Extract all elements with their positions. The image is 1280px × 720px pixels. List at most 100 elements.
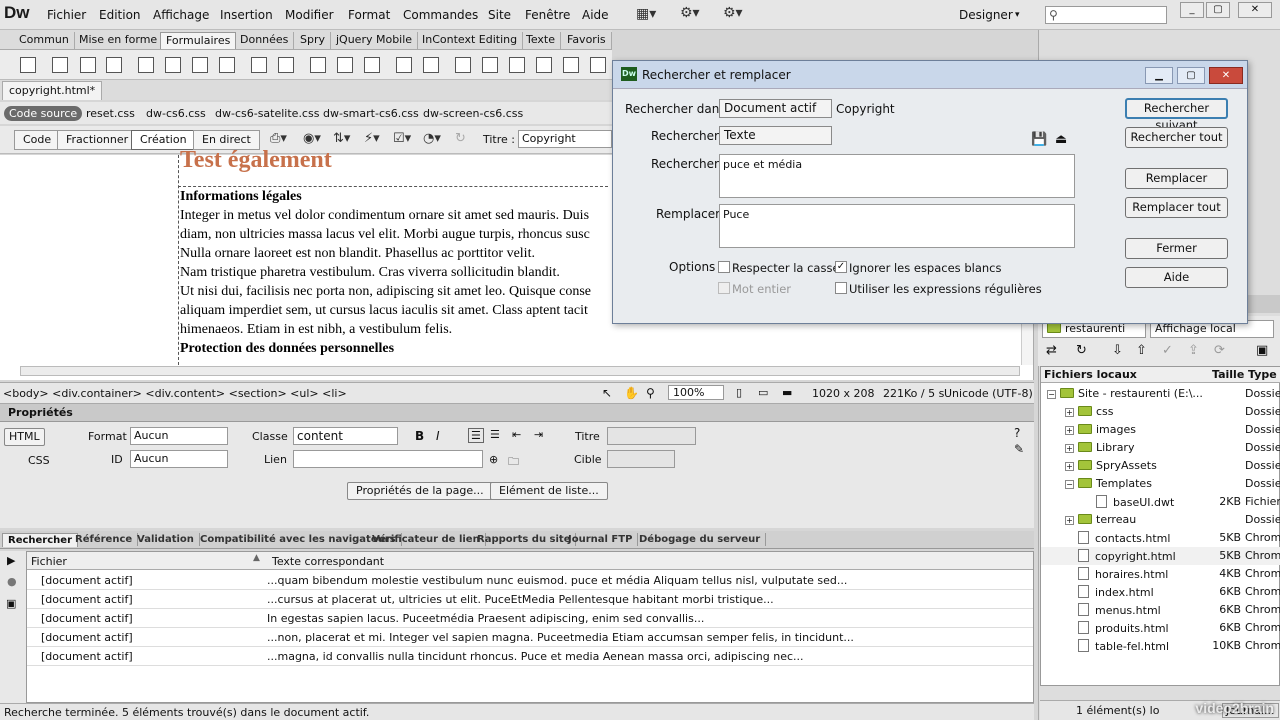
properties-panel-header[interactable]: Propriétés [0, 404, 1034, 422]
w3c-validation-icon[interactable]: ⚡▾ [364, 131, 380, 146]
stop-icon[interactable]: ● [7, 575, 17, 588]
tablet-size-icon[interactable]: ▭ [758, 386, 768, 399]
put-files-icon[interactable]: ⇧ [1136, 343, 1147, 358]
dialog-minimize-button[interactable]: ▁ [1145, 67, 1173, 84]
connect-icon[interactable]: ⇄ [1046, 343, 1057, 358]
file-tree-row[interactable]: + images Dossie [1041, 421, 1280, 439]
file-tree-row[interactable]: menus.html 6KB Chrom [1041, 601, 1280, 619]
menu-site[interactable]: Site [488, 8, 511, 22]
search-text-input[interactable]: puce et média [719, 154, 1075, 198]
jump-menu-icon[interactable] [278, 57, 294, 73]
dialog-maximize-button[interactable]: ▢ [1177, 67, 1205, 84]
tab-commun[interactable]: Commun [14, 32, 75, 49]
file-tree-row[interactable]: copyright.html 5KB Chrom [1041, 547, 1280, 565]
file-tree-row[interactable]: + Library Dossie [1041, 439, 1280, 457]
related-file-dw-screen-cs6-css[interactable]: dw-screen-cs6.css [423, 107, 523, 120]
text-field-icon[interactable] [52, 57, 68, 73]
col-type[interactable]: Type [1245, 367, 1280, 383]
menu-insertion[interactable]: Insertion [220, 8, 273, 22]
result-row[interactable]: [document actif] ...non, placerat et mi.… [27, 628, 1033, 647]
link-input[interactable] [293, 450, 483, 468]
search-in-select[interactable]: Document actif [719, 99, 832, 118]
save-report-icon[interactable]: ▣ [6, 597, 16, 610]
file-tree-row[interactable]: table-fel.html 10KB Chrom [1041, 637, 1280, 655]
related-file-dw-smart-cs6-css[interactable]: dw-smart-cs6.css [323, 107, 419, 120]
tab-ftp-log[interactable]: Journal FTP [563, 533, 639, 546]
tab-reference[interactable]: Référence [70, 533, 139, 546]
browse-folder-icon[interactable]: 🗀 [508, 453, 519, 472]
preview-browser-icon[interactable]: ◉▾ [303, 131, 321, 146]
tab-formulaires[interactable]: Formulaires [160, 32, 237, 49]
menu-commandes[interactable]: Commandes [403, 8, 478, 22]
label-icon[interactable] [396, 57, 412, 73]
workspace-switcher[interactable]: Designer [959, 8, 1013, 22]
checkin-icon[interactable]: ⇪ [1188, 343, 1199, 358]
class-select[interactable]: content [293, 427, 398, 445]
unordered-list-icon[interactable]: ☰ [468, 428, 484, 443]
tab-mise-en-forme[interactable]: Mise en forme [74, 32, 164, 49]
result-row[interactable]: [document actif] ...cursus at placerat u… [27, 590, 1033, 609]
find-next-button[interactable]: Rechercher suivant [1125, 98, 1228, 132]
checkbox-group-icon[interactable] [165, 57, 181, 73]
tab-favoris[interactable]: Favoris [562, 32, 612, 49]
target-select[interactable] [607, 450, 675, 468]
tab-rechercher[interactable]: Rechercher [2, 533, 79, 547]
split-view-button[interactable]: Fractionner [57, 130, 138, 150]
dialog-titlebar[interactable]: Dw Rechercher et remplacer ▁ ▢ ✕ [613, 61, 1247, 89]
window-size[interactable]: 1020 x 208 [812, 387, 875, 400]
tag-selector[interactable]: <body> <div.container> <div.content> <se… [3, 387, 347, 400]
expand-toggle-icon[interactable]: + [1065, 408, 1074, 417]
tab-server-debug[interactable]: Débogage du serveur [634, 533, 767, 546]
file-tree-row[interactable]: horaires.html 4KB Chrom [1041, 565, 1280, 583]
check-page-icon[interactable]: ☑▾ [393, 131, 411, 146]
spry-select-icon[interactable] [536, 57, 552, 73]
sync-icon[interactable]: ⟳ [1214, 343, 1225, 358]
dialog-close-button[interactable]: ✕ [1209, 67, 1243, 84]
tab-spry[interactable]: Spry [295, 32, 331, 49]
menu-fenetre[interactable]: Fenêtre [525, 8, 570, 22]
ordered-list-icon[interactable]: ☰ [490, 428, 500, 441]
form-icon[interactable] [20, 57, 36, 73]
close-window-button[interactable]: ✕ [1238, 2, 1272, 18]
title-attr-input[interactable] [607, 427, 696, 445]
bold-button[interactable]: B [415, 429, 424, 443]
tab-texte[interactable]: Texte [521, 32, 562, 49]
image-field-icon[interactable] [310, 57, 326, 73]
spry-confirm-icon[interactable] [590, 57, 606, 73]
expand-toggle-icon[interactable]: − [1047, 390, 1056, 399]
expand-toggle-icon[interactable]: − [1065, 480, 1074, 489]
visual-aids-icon[interactable]: ◔▾ [423, 131, 441, 146]
file-tree-row[interactable]: baseUI.dwt 2KB Fichier [1041, 493, 1280, 511]
whole-word-checkbox[interactable] [718, 282, 730, 294]
file-tree-row[interactable]: + css Dossie [1041, 403, 1280, 421]
css-mode-button[interactable]: CSS [28, 454, 50, 467]
tab-link-checker[interactable]: Vérificateur de lien [367, 533, 486, 546]
spry-checkbox-icon[interactable] [509, 57, 525, 73]
file-tree-row[interactable]: contacts.html 5KB Chrom [1041, 529, 1280, 547]
expand-toggle-icon[interactable]: + [1065, 426, 1074, 435]
multiscreen-icon[interactable]: ⎙▾ [270, 131, 287, 146]
tab-donnees[interactable]: Données [235, 32, 295, 49]
file-tree-row[interactable]: + SpryAssets Dossie [1041, 457, 1280, 475]
menu-affichage[interactable]: Affichage [153, 8, 209, 22]
related-file-dw-cs6-css[interactable]: dw-cs6.css [146, 107, 206, 120]
related-source-code[interactable]: Code source [4, 106, 83, 121]
related-file-dw-cs6-satelite-css[interactable]: dw-cs6-satelite.css [215, 107, 319, 120]
pointer-tool-icon[interactable]: ↖ [602, 386, 612, 400]
chevron-down-icon[interactable]: ▾ [1015, 10, 1020, 20]
page-properties-button[interactable]: Propriétés de la page... [347, 482, 493, 500]
menu-aide[interactable]: Aide [582, 8, 609, 22]
expand-toggle-icon[interactable]: + [1065, 444, 1074, 453]
spry-password-icon[interactable] [563, 57, 579, 73]
col-size[interactable]: Taille [1209, 367, 1245, 383]
play-icon[interactable]: ▶ [7, 554, 15, 567]
tab-incontext-editing[interactable]: InContext Editing [417, 32, 524, 49]
replace-button[interactable]: Remplacer [1125, 168, 1228, 189]
help-icon[interactable]: ? [1014, 426, 1020, 440]
whole-word-label[interactable]: Mot entier [732, 282, 791, 296]
code-view-button[interactable]: Code [14, 130, 61, 150]
point-to-file-icon[interactable]: ⊕ [489, 453, 498, 466]
format-select[interactable]: Aucun [130, 427, 228, 445]
file-tree-row[interactable]: index.html 6KB Chrom [1041, 583, 1280, 601]
fieldset-icon[interactable] [423, 57, 439, 73]
